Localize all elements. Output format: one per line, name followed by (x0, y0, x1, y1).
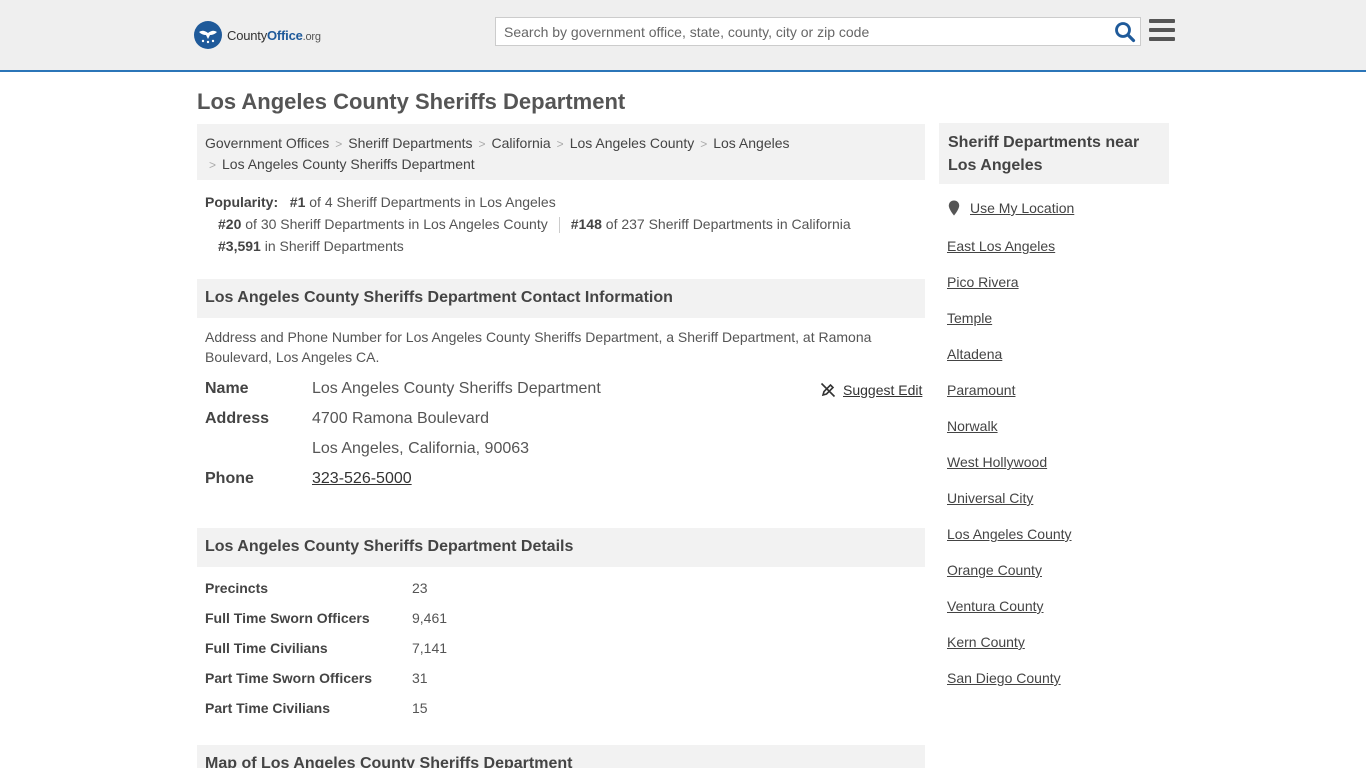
popularity-rank-state: #148 (570, 216, 602, 232)
sidebar-link-universal-city[interactable]: Universal City (947, 490, 1033, 506)
contact-description: Address and Phone Number for Los Angeles… (205, 329, 872, 365)
popularity-rank-county: #20 (218, 216, 242, 232)
breadcrumb-los-angeles-county[interactable]: Los Angeles County (570, 135, 695, 151)
site-logo[interactable]: CountyOffice.org (194, 20, 321, 50)
breadcrumb-los-angeles[interactable]: Los Angeles (713, 135, 789, 151)
contact-heading: Los Angeles County Sheriffs Department C… (197, 279, 925, 318)
sidebar-link-paramount[interactable]: Paramount (947, 382, 1015, 398)
search-button[interactable] (1114, 21, 1136, 43)
suggest-edit-button[interactable]: Suggest Edit (820, 382, 922, 398)
breadcrumb-current: Los Angeles County Sheriffs Department (222, 156, 475, 172)
chevron-right-icon: > (335, 137, 343, 151)
details-label: Full Time Civilians (205, 640, 328, 656)
breadcrumb-california[interactable]: California (492, 135, 551, 151)
popularity-text-city: of 4 Sheriff Departments in Los Angeles (305, 194, 556, 210)
hamburger-menu-icon[interactable] (1149, 19, 1175, 43)
use-my-location-button[interactable]: Use My Location (948, 200, 1074, 216)
details-value: 7,141 (412, 640, 448, 656)
sidebar-link-los-angeles-county[interactable]: Los Angeles County (947, 526, 1072, 542)
sidebar-link-pico-rivera[interactable]: Pico Rivera (947, 274, 1019, 290)
sidebar-link-ventura-county[interactable]: Ventura County (947, 598, 1044, 614)
name-label: Name (205, 380, 249, 397)
sidebar-link-orange-county[interactable]: Orange County (947, 562, 1042, 578)
details-heading: Los Angeles County Sheriffs Department D… (197, 528, 925, 567)
popularity-text-county: of 30 Sheriff Departments in Los Angeles… (241, 216, 548, 232)
sidebar-heading: Sheriff Departments near Los Angeles (939, 123, 1169, 184)
sidebar-link-temple[interactable]: Temple (947, 310, 992, 326)
sidebar-link-norwalk[interactable]: Norwalk (947, 418, 998, 434)
breadcrumb-government-offices[interactable]: Government Offices (205, 135, 329, 151)
search-icon (1115, 22, 1136, 43)
logo-eagle-icon (194, 21, 222, 49)
search-input[interactable] (496, 18, 1096, 45)
breadcrumb-sheriff-departments[interactable]: Sheriff Departments (348, 135, 472, 151)
popularity-label: Popularity: (205, 194, 279, 210)
edit-off-icon (820, 382, 836, 398)
details-label: Precincts (205, 580, 269, 596)
popularity-block: Popularity: #1 of 4 Sheriff Departments … (205, 191, 851, 257)
address-label: Address (205, 410, 270, 427)
details-label: Full Time Sworn Officers (205, 610, 370, 626)
details-label: Part Time Civilians (205, 700, 331, 716)
logo-text: CountyOffice.org (227, 27, 321, 43)
sidebar-link-kern-county[interactable]: Kern County (947, 634, 1025, 650)
divider (558, 217, 560, 234)
details-value: 23 (412, 580, 428, 596)
popularity-text-national: in Sheriff Departments (260, 238, 404, 254)
details-label: Part Time Sworn Officers (205, 670, 373, 686)
sidebar-link-altadena[interactable]: Altadena (947, 346, 1002, 362)
name-value: Los Angeles County Sheriffs Department (312, 380, 601, 397)
details-value: 9,461 (412, 610, 448, 626)
sidebar-link-san-diego-county[interactable]: San Diego County (947, 670, 1061, 686)
details-value: 15 (412, 700, 428, 716)
location-pin-icon (948, 200, 960, 216)
map-heading: Map of Los Angeles County Sheriffs Depar… (197, 745, 925, 768)
chevron-right-icon: > (556, 137, 564, 151)
popularity-text-state: of 237 Sheriff Departments in California (601, 216, 851, 232)
sidebar-link-east-los-angeles[interactable]: East Los Angeles (947, 238, 1055, 254)
popularity-rank-national: #3,591 (218, 238, 261, 254)
use-my-location-label: Use My Location (970, 200, 1075, 216)
phone-label: Phone (205, 470, 254, 487)
breadcrumb: Government Offices > Sheriff Departments > C… (197, 124, 925, 180)
suggest-edit-label: Suggest Edit (843, 382, 923, 398)
chevron-right-icon: > (700, 137, 708, 151)
address-line2: Los Angeles, California, 90063 (312, 440, 530, 457)
search-box (495, 17, 1141, 46)
page-title: Los Angeles County Sheriffs Department (197, 89, 626, 114)
popularity-rank-city: #1 (289, 194, 306, 210)
phone-link[interactable]: 323-526-5000 (312, 470, 412, 487)
chevron-right-icon: > (209, 158, 217, 172)
top-navbar: CountyOffice.org (0, 0, 1366, 72)
chevron-right-icon: > (478, 137, 486, 151)
address-line1: 4700 Ramona Boulevard (312, 410, 490, 427)
sidebar-link-west-hollywood[interactable]: West Hollywood (947, 454, 1047, 470)
details-value: 31 (412, 670, 428, 686)
